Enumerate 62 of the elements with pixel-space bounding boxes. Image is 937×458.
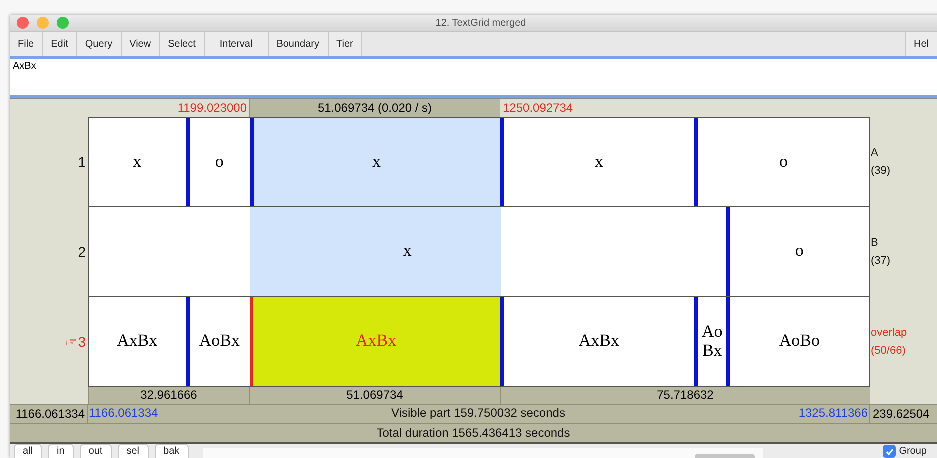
selection-duration: 51.069734 (0.020 / s): [249, 99, 500, 117]
zoom-button[interactable]: all: [14, 444, 42, 458]
visible-end-time: 1325.811366: [798, 405, 868, 422]
interval-label: AxBx: [356, 332, 397, 351]
tier-name: overlap: [871, 326, 908, 341]
scrollbar[interactable]: [202, 448, 763, 458]
tier-track[interactable]: AxBx AoBx AxBx AxBx AoBx AoBo: [88, 297, 870, 387]
interval-duration: 51.069734: [249, 387, 500, 404]
menu-item[interactable]: View: [122, 32, 160, 56]
visible-part-label: Visible part 159.750032 seconds: [392, 405, 566, 422]
window-title: 12. TextGrid merged: [434, 18, 528, 28]
menu-item[interactable]: Query: [77, 32, 122, 56]
tier-count: (50/66): [871, 344, 906, 359]
tier-count: (39): [871, 164, 891, 179]
remaining-time: 239.62504: [870, 405, 937, 423]
text-field[interactable]: AxBx: [10, 56, 937, 98]
tier-count: (37): [871, 254, 891, 269]
interval-label: x: [133, 152, 142, 172]
minimize-icon[interactable]: [37, 17, 49, 29]
zoom-icon[interactable]: [57, 17, 69, 29]
interval-label: AoBx: [701, 322, 724, 360]
window-start-time: 1166.061334: [10, 405, 88, 423]
interval-label: AoBo: [779, 332, 820, 351]
tier-number[interactable]: 1: [78, 154, 86, 170]
total-duration-label: Total duration 1565.436413 seconds: [376, 426, 570, 440]
menu-item[interactable]: Boundary: [268, 32, 328, 56]
menu-item[interactable]: Edit: [43, 32, 78, 56]
group-checkbox[interactable]: [883, 445, 896, 458]
selection-end: 1250.092734: [502, 100, 574, 117]
interval-label: o: [795, 242, 804, 261]
interval-label: o: [215, 152, 224, 172]
menu-item[interactable]: Interval: [204, 32, 269, 56]
interval[interactable]: x: [89, 118, 186, 206]
interval[interactable]: AxBx: [89, 297, 186, 386]
scrollbar-thumb[interactable]: [694, 454, 755, 458]
menu-item[interactable]: Tier: [328, 32, 362, 56]
zoom-button[interactable]: out: [80, 444, 112, 458]
menu-item[interactable]: File: [10, 32, 44, 56]
interval-label: AxBx: [117, 332, 158, 351]
zoom-button[interactable]: bak: [154, 444, 189, 458]
tier-number[interactable]: 2: [78, 244, 86, 260]
tier-track[interactable]: x o: [88, 207, 870, 297]
close-icon[interactable]: [17, 17, 29, 29]
menu-item[interactable]: Select: [160, 32, 205, 56]
interval-label: AoBx: [199, 332, 240, 351]
interval-label: x: [594, 152, 604, 172]
interval-label: x: [372, 152, 382, 172]
tier-name: B: [871, 236, 878, 251]
selection-start: 1199.023000: [176, 100, 248, 117]
tier-track[interactable]: x o x x o: [88, 117, 870, 207]
interval-duration: 32.961666: [88, 387, 249, 404]
interval[interactable]: x: [89, 207, 726, 296]
interval-label: AxBx: [578, 332, 620, 351]
group-label: Group: [899, 446, 927, 458]
interval-label: x: [403, 242, 412, 261]
interval-label: o: [779, 152, 788, 172]
zoom-button[interactable]: sel: [118, 444, 149, 458]
interval-duration: 75.718632: [500, 387, 870, 404]
tier-name: A: [871, 146, 878, 161]
zoom-button[interactable]: in: [48, 444, 74, 458]
menu-item[interactable]: Hel: [904, 32, 937, 56]
visible-start-time: 1166.061334: [89, 405, 158, 422]
